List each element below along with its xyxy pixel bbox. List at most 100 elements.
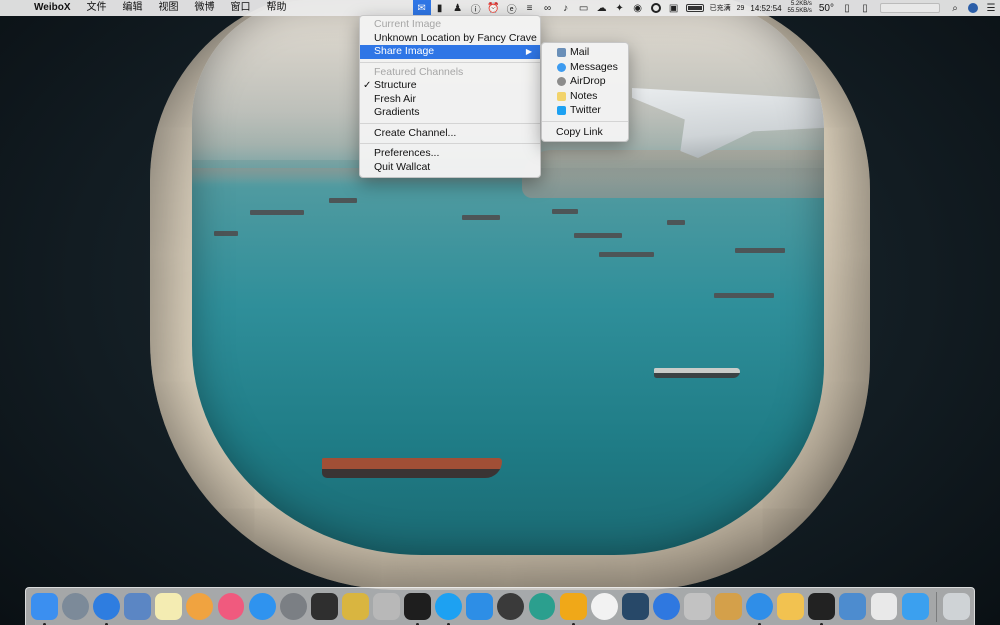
dock-notes-app-icon[interactable] xyxy=(777,593,805,620)
dock-sync-app-icon[interactable] xyxy=(590,593,618,620)
dock-weibo-cloud-icon[interactable] xyxy=(466,593,494,620)
dock-installer-icon[interactable] xyxy=(341,593,369,620)
dock-reminders-icon[interactable] xyxy=(310,593,338,620)
quit-item[interactable]: Quit Wallcat xyxy=(360,161,540,175)
network-download: 55.5KB/s xyxy=(787,8,812,14)
share-messages[interactable]: Messages xyxy=(542,60,628,75)
pin-status-icon[interactable]: ◉ xyxy=(629,0,647,16)
featured-channels-header: Featured Channels xyxy=(374,65,464,78)
alarm-status-icon[interactable]: ⏰ xyxy=(485,0,503,16)
channel-gradients[interactable]: Gradients xyxy=(360,106,540,120)
app-menu-weibox[interactable]: WeiboX xyxy=(28,0,78,16)
airdrop-icon xyxy=(557,77,566,86)
info-status-icon[interactable]: ⓘ xyxy=(467,0,485,16)
dock-paper-app-icon[interactable] xyxy=(870,593,898,620)
share-airdrop[interactable]: AirDrop xyxy=(542,74,628,89)
menu-separator xyxy=(360,143,540,144)
dock-drawing-app-icon[interactable] xyxy=(715,593,742,620)
current-image-header: Current Image xyxy=(374,18,442,30)
dock-qq-app-icon[interactable] xyxy=(808,593,836,625)
dock-twitter-icon[interactable] xyxy=(435,593,463,625)
dock-stickies-icon[interactable] xyxy=(155,593,183,620)
dock-preview-icon[interactable] xyxy=(124,593,152,620)
menu-separator xyxy=(360,61,540,63)
battery-icon[interactable] xyxy=(685,4,704,12)
menu-separator xyxy=(542,120,628,122)
dock-launchpad-icon[interactable] xyxy=(62,593,89,620)
dock-finder-icon[interactable] xyxy=(31,593,58,625)
dock-terminal-icon[interactable] xyxy=(404,593,432,625)
share-image-item[interactable]: Share Image ▶ xyxy=(360,45,540,59)
menu-weibo[interactable]: 微博 xyxy=(186,0,222,16)
ring-status-icon[interactable] xyxy=(647,0,665,16)
dock-photo-app-icon[interactable] xyxy=(839,593,867,620)
network-speed[interactable]: 5.2KB/s 55.5KB/s xyxy=(785,1,815,15)
dock-app-store-icon[interactable] xyxy=(248,593,276,620)
dock-bookmark-app-icon[interactable] xyxy=(901,593,929,620)
dock-trash-icon[interactable] xyxy=(942,593,970,620)
notification-center-icon[interactable]: ☰ xyxy=(982,0,1000,16)
channel-fresh-air[interactable]: Fresh Air xyxy=(360,93,540,107)
share-image-label: Share Image xyxy=(374,45,435,57)
share-twitter[interactable]: Twitter xyxy=(542,103,628,118)
qq-status-icon[interactable]: ♟ xyxy=(449,0,467,16)
preferences-item[interactable]: Preferences... xyxy=(360,147,540,161)
mail-icon xyxy=(557,48,566,57)
twitter-status-icon[interactable]: ✦ xyxy=(611,0,629,16)
status-bar-widget[interactable] xyxy=(880,3,940,13)
weibox-status-icon[interactable]: ⓔ xyxy=(503,0,521,16)
menu-help[interactable]: 帮助 xyxy=(258,0,294,16)
dock-separator xyxy=(935,591,937,622)
dock-itunes-icon[interactable] xyxy=(217,593,245,620)
image-location-item[interactable]: Unknown Location by Fancy Crave xyxy=(360,32,540,46)
menu-status-icon[interactable]: ≡ xyxy=(521,0,539,16)
twitter-icon xyxy=(557,106,566,115)
cloud-status-icon[interactable]: ☁ xyxy=(593,0,611,16)
copy-link-item[interactable]: Copy Link xyxy=(542,125,628,140)
share-notes[interactable]: Notes xyxy=(542,89,628,104)
share-mail[interactable]: Mail xyxy=(542,45,628,60)
notes-icon xyxy=(557,91,566,101)
channel-label: Gradients xyxy=(374,106,420,118)
dock-weibox-app-icon[interactable] xyxy=(746,593,774,625)
save-status-icon[interactable]: ▣ xyxy=(665,0,683,16)
user-avatar-icon[interactable] xyxy=(964,0,982,16)
phone-status-icon[interactable]: ▯ xyxy=(838,0,856,16)
dock-toolbox-app-icon[interactable] xyxy=(621,593,649,620)
calendar-date-badge[interactable]: 29 xyxy=(734,5,748,12)
dock-photos-icon[interactable] xyxy=(186,593,214,620)
display-status-icon[interactable]: ▭ xyxy=(575,0,593,16)
audio-status-icon[interactable]: ♪ xyxy=(557,0,575,16)
dock-media-button-icon[interactable] xyxy=(497,593,525,620)
dock-duck-app-icon[interactable] xyxy=(559,593,587,625)
create-channel-item[interactable]: Create Channel... xyxy=(360,127,540,141)
clock[interactable]: 14:52:54 xyxy=(747,4,784,13)
share-submenu: Mail Messages AirDrop Notes Twitter Copy… xyxy=(541,42,629,142)
battery-meter-icon[interactable]: ▯ xyxy=(856,0,874,16)
menu-edit[interactable]: 编辑 xyxy=(114,0,150,16)
dock-keychain-icon[interactable] xyxy=(373,593,400,620)
menu-window[interactable]: 窗口 xyxy=(222,0,258,16)
menu-bar: WeiboX 文件 编辑 视图 微博 窗口 帮助 ✉ ▮ ♟ ⓘ ⏰ ⓔ ≡ ∞… xyxy=(0,0,1000,16)
menu-separator xyxy=(360,122,540,124)
messages-icon xyxy=(557,62,566,72)
channel-label: Structure xyxy=(374,79,417,91)
link-status-icon[interactable]: ∞ xyxy=(539,0,557,16)
temperature[interactable]: 50° xyxy=(815,3,838,14)
spotlight-search-icon[interactable]: ⌕ xyxy=(946,0,964,16)
submenu-arrow-icon: ▶ xyxy=(525,47,532,56)
menu-view[interactable]: 视图 xyxy=(150,0,186,16)
checkmark-icon: ✓ xyxy=(363,80,372,91)
wallcat-menu: Current Image Unknown Location by Fancy … xyxy=(359,15,541,178)
dock-system-preferences-icon[interactable] xyxy=(279,593,307,620)
channel-structure[interactable]: ✓ Structure xyxy=(360,79,540,93)
bookmark-status-icon[interactable]: ▮ xyxy=(431,0,449,16)
dock-safari-icon[interactable] xyxy=(93,593,121,625)
dock-navigation-app-icon[interactable] xyxy=(652,593,680,620)
dock-package-app-icon[interactable] xyxy=(683,593,711,620)
dock-cube-app-icon[interactable] xyxy=(528,593,556,620)
network-upload: 5.2KB/s xyxy=(790,1,812,7)
wallcat-menubar-icon[interactable]: ✉ xyxy=(412,0,431,16)
menu-file[interactable]: 文件 xyxy=(78,0,114,16)
battery-status-label: 已充满 xyxy=(709,4,731,12)
